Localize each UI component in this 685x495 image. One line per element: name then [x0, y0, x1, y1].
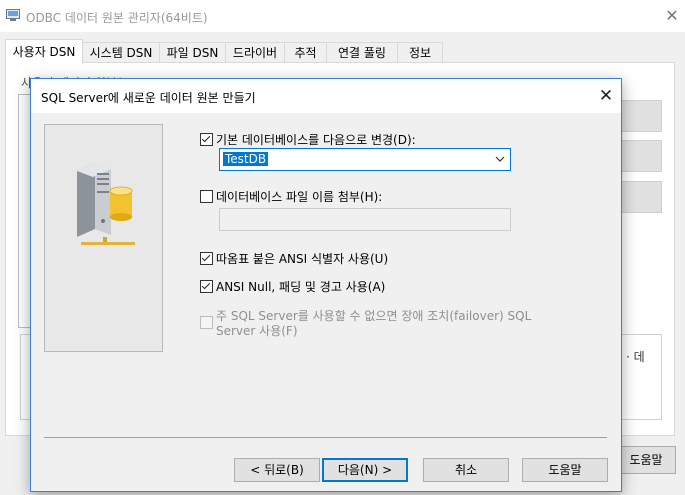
- ansi-nulls-label: ANSI Null, 패딩 및 경고 사용(A): [216, 280, 386, 294]
- odbc-app-icon: [6, 9, 20, 21]
- close-icon[interactable]: ✕: [662, 6, 682, 26]
- quoted-identifiers-checkbox[interactable]: [200, 252, 213, 265]
- help-button[interactable]: 도움말: [522, 458, 608, 482]
- window-title: ODBC 데이터 원본 관리자(64비트): [26, 11, 208, 25]
- change-default-db-checkbox[interactable]: [200, 133, 213, 146]
- attach-db-file-input[interactable]: [219, 208, 511, 231]
- back-button[interactable]: < 뒤로(B): [234, 458, 320, 482]
- default-db-combobox[interactable]: TestDB: [219, 148, 511, 171]
- tab-file-dsn[interactable]: 파일 DSN: [159, 42, 226, 63]
- separator: [44, 437, 607, 438]
- description-text: · 데: [626, 350, 645, 364]
- dialog-title-bar: SQL Server에 새로운 데이터 원본 만들기 ✕: [31, 79, 621, 113]
- failover-label-line2: Server 사용(F): [216, 324, 298, 338]
- default-db-value: TestDB: [223, 152, 269, 166]
- configure-button[interactable]: [620, 181, 662, 213]
- tab-connection-pooling[interactable]: 연결 풀링: [326, 42, 398, 63]
- create-data-source-dialog: SQL Server에 새로운 데이터 원본 만들기 ✕ 기본 데이터베이스를 …: [30, 78, 622, 492]
- wizard-side-panel: [44, 124, 163, 352]
- remove-button[interactable]: [620, 140, 662, 172]
- tab-about[interactable]: 정보: [397, 42, 443, 63]
- chevron-down-icon[interactable]: [492, 150, 508, 168]
- database-server-icon: [73, 151, 139, 249]
- attach-db-file-label: 데이터베이스 파일 이름 첨부(H):: [216, 190, 383, 204]
- tab-user-dsn[interactable]: 사용자 DSN: [5, 39, 83, 64]
- title-bar: ODBC 데이터 원본 관리자(64비트) ✕: [0, 0, 685, 32]
- next-button[interactable]: 다음(N) >: [322, 458, 408, 482]
- failover-checkbox: [200, 316, 213, 329]
- add-button[interactable]: [620, 100, 662, 132]
- dialog-title: SQL Server에 새로운 데이터 원본 만들기: [41, 91, 256, 105]
- change-default-db-label: 기본 데이터베이스를 다음으로 변경(D):: [216, 133, 416, 147]
- attach-db-file-checkbox[interactable]: [200, 190, 213, 203]
- help-button[interactable]: 도움말: [616, 446, 676, 474]
- tab-system-dsn[interactable]: 시스템 DSN: [82, 42, 160, 63]
- close-icon[interactable]: ✕: [595, 85, 617, 107]
- ansi-nulls-checkbox[interactable]: [200, 280, 213, 293]
- tab-drivers[interactable]: 드라이버: [225, 42, 285, 63]
- cancel-button[interactable]: 취소: [423, 458, 509, 482]
- quoted-identifiers-label: 따옴표 붙은 ANSI 식별자 사용(U): [216, 252, 389, 266]
- tab-tracing[interactable]: 추적: [284, 42, 327, 63]
